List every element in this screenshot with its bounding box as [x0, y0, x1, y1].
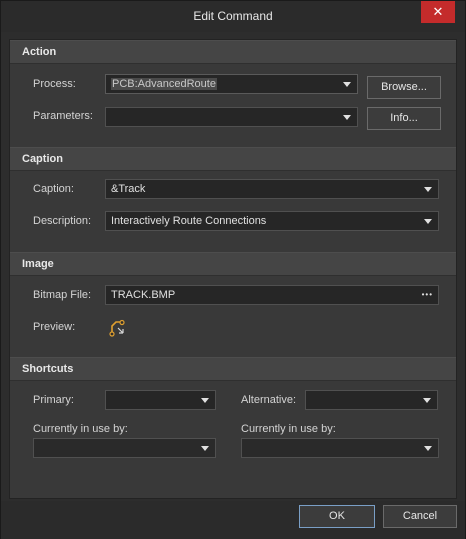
bitmap-file-label: Bitmap File: — [33, 289, 92, 301]
primary-label: Primary: — [33, 394, 74, 406]
process-combo[interactable]: PCB:AdvancedRoute — [105, 74, 358, 94]
in-use-alternative-label: Currently in use by: — [241, 423, 336, 435]
edit-command-dialog: Edit Command ✕ Action Process: PCB:Advan… — [0, 0, 466, 539]
chevron-down-icon — [424, 219, 432, 224]
caption-value: &Track — [111, 183, 146, 195]
description-label: Description: — [33, 215, 92, 227]
chevron-down-icon — [343, 115, 351, 120]
caption-label: Caption: — [33, 183, 74, 195]
shortcuts-section-header: Shortcuts — [10, 357, 456, 381]
alternative-shortcut-combo[interactable] — [305, 390, 438, 410]
bitmap-file-field[interactable]: TRACK.BMP ••• — [105, 285, 439, 305]
description-value: Interactively Route Connections — [111, 215, 267, 227]
bitmap-file-value: TRACK.BMP — [111, 289, 176, 301]
caption-section-header: Caption — [10, 147, 456, 171]
primary-shortcut-combo[interactable] — [105, 390, 216, 410]
image-section-header: Image — [10, 252, 456, 276]
in-use-primary-label: Currently in use by: — [33, 423, 128, 435]
chevron-down-icon — [201, 398, 209, 403]
chevron-down-icon — [424, 446, 432, 451]
cancel-button[interactable]: Cancel — [383, 505, 457, 528]
close-button[interactable]: ✕ — [421, 1, 455, 23]
process-value: PCB:AdvancedRoute — [111, 78, 217, 90]
action-section-header: Action — [10, 40, 456, 64]
chevron-down-icon — [201, 446, 209, 451]
ellipsis-icon[interactable]: ••• — [422, 286, 433, 304]
preview-label: Preview: — [33, 321, 76, 333]
in-use-primary-combo[interactable] — [33, 438, 216, 458]
title-bar: Edit Command ✕ — [1, 1, 465, 32]
dialog-footer: OK Cancel — [1, 501, 465, 539]
alternative-label: Alternative: — [241, 394, 297, 406]
in-use-alternative-combo[interactable] — [241, 438, 439, 458]
info-button[interactable]: Info... — [367, 107, 441, 130]
main-panel: Action Process: PCB:AdvancedRoute Browse… — [9, 39, 457, 499]
browse-button[interactable]: Browse... — [367, 76, 441, 99]
description-combo[interactable]: Interactively Route Connections — [105, 211, 439, 231]
chevron-down-icon — [424, 187, 432, 192]
window-title: Edit Command — [193, 9, 273, 23]
caption-combo[interactable]: &Track — [105, 179, 439, 199]
parameters-label: Parameters: — [33, 110, 93, 122]
chevron-down-icon — [423, 398, 431, 403]
parameters-combo[interactable] — [105, 107, 358, 127]
process-label: Process: — [33, 78, 76, 90]
interactive-route-icon — [109, 319, 125, 337]
ok-button[interactable]: OK — [299, 505, 375, 528]
chevron-down-icon — [343, 82, 351, 87]
